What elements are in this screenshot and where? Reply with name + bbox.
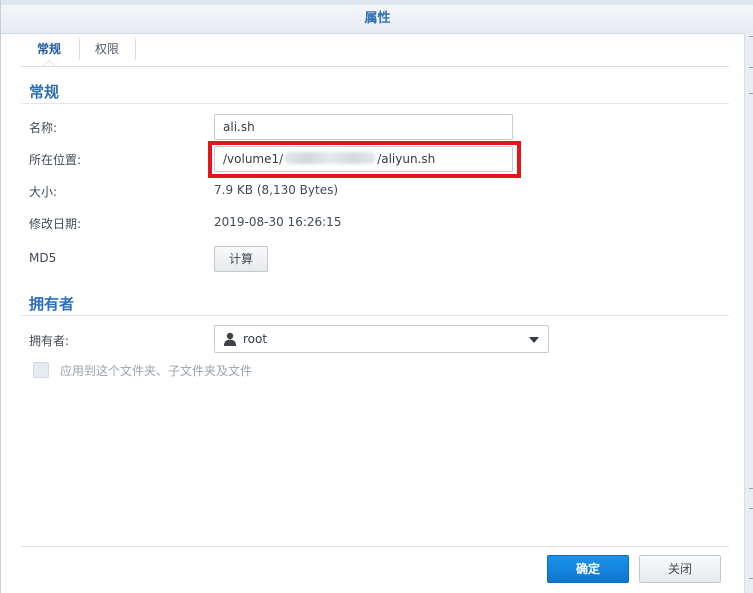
tab-bar: 常规 权限 [21,34,729,67]
name-label: 名称: [29,121,58,135]
footer-divider [21,546,729,547]
calculate-md5-button[interactable]: 计算 [214,246,268,272]
section-divider [21,315,729,316]
tab-permissions[interactable]: 权限 [87,34,127,66]
red-highlight-annotation [208,141,521,178]
owner-label: 拥有者: [29,334,70,348]
owner-select[interactable]: root [214,325,549,353]
modified-label: 修改日期: [29,217,82,231]
user-icon [224,332,236,346]
modified-value: 2019-08-30 16:26:15 [214,215,342,229]
properties-dialog: 属性 常规 权限 常规 名称: ali.sh 所在位置: /volume1//a… [0,0,753,593]
background-window-edge [744,33,753,593]
chevron-down-icon[interactable] [529,337,539,343]
size-label: 大小: [29,185,58,199]
name-field[interactable]: ali.sh [214,114,513,140]
location-label: 所在位置: [29,153,82,167]
active-tab-indicator [43,60,55,66]
ok-button[interactable]: 确定 [547,555,629,583]
dialog-title: 属性 [1,5,753,34]
tab-divider [79,38,80,60]
md5-label: MD5 [29,251,57,265]
apply-recursive-checkbox[interactable] [33,362,49,378]
owner-value: root [243,332,268,346]
apply-recursive-label: 应用到这个文件夹、子文件夹及文件 [60,364,253,378]
size-value: 7.9 KB (8,130 Bytes) [214,183,339,197]
section-title-owner: 拥有者 [29,295,75,313]
close-button[interactable]: 关闭 [639,555,721,583]
tab-divider [135,38,136,60]
section-divider [21,103,729,104]
section-title-general: 常规 [29,83,60,101]
